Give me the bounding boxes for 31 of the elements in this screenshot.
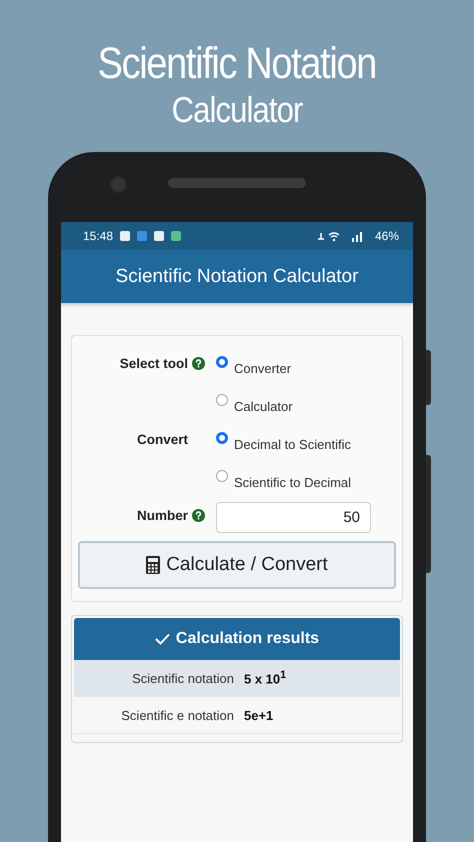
battery-level: 46% [374,229,399,243]
notification-icon [154,231,164,241]
radio-label[interactable]: Decimal to Scientific [234,437,352,452]
notification-icon [171,231,182,241]
radio-button[interactable] [216,470,228,482]
result-value: 5 x 10$^{1}$ [244,669,288,687]
result-label: Scientific e notation [120,708,234,722]
field-label: Convert [136,431,188,447]
radio-label[interactable]: Scientific to Decimal [234,475,352,490]
field-label: Select tool [118,355,188,371]
radio-label[interactable]: Converter [234,361,292,376]
status-time: 15:48 [83,229,114,243]
calculate-button[interactable]: Calculate / Convert [78,541,396,589]
help-icon[interactable] [192,357,205,370]
radio-button[interactable] [216,356,228,368]
app-title: Scientific Notation Calculator [116,266,358,288]
radio-button[interactable] [216,394,228,406]
results-title: Calculation results [176,630,320,648]
field-label: Number [136,507,188,523]
promo-subtitle: Calculator [172,90,302,130]
result-label: Scientific notation [131,670,234,686]
calculator-icon [146,556,160,574]
result-value: 5e+1 [244,708,274,722]
notification-icon [120,231,130,241]
radio-label[interactable]: Calculator [234,399,293,414]
number-field[interactable]: 50 [216,502,371,533]
promo-title: Scientific Notation [98,40,376,88]
radio-button[interactable] [216,432,228,444]
help-icon[interactable] [192,509,205,522]
notification-icon [137,231,148,241]
check-icon [154,633,170,645]
